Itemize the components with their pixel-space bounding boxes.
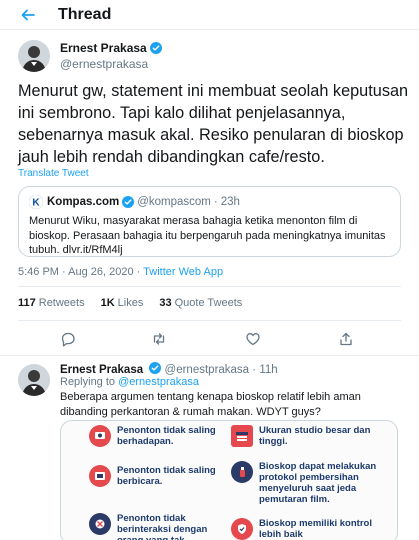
quote-time: 23h — [220, 196, 240, 208]
avatar[interactable] — [18, 40, 50, 72]
info-item: Penonton tidak berinteraksi dengan orang… — [89, 513, 229, 540]
thread-header: Thread — [0, 0, 419, 30]
infographic-image[interactable]: Penonton tidak saling berhadapan. Penont… — [60, 420, 398, 540]
tweet-source-link[interactable]: Twitter Web App — [143, 266, 223, 278]
share-icon[interactable] — [338, 331, 354, 347]
replying-to-handle[interactable]: @ernestprakasa — [118, 376, 199, 388]
tweet-stats: 117 Retweets 1K Likes 33 Quote Tweets — [18, 297, 258, 309]
divider — [0, 355, 419, 356]
main-tweet-author: Ernest Prakasa @ernestprakasa — [18, 40, 162, 72]
quote-author-handle: @kompascom — [137, 196, 211, 208]
verified-badge-icon — [149, 362, 162, 374]
like-heart-icon[interactable] — [245, 331, 261, 347]
info-item: Penonton tidak saling berbicara. — [89, 465, 229, 487]
quote-tweets-stat[interactable]: 33 Quote Tweets — [159, 297, 242, 309]
info-item: Bioskop memiliki kontrol lebih baik — [231, 518, 391, 540]
no-face-to-face-icon — [89, 425, 111, 447]
reply-text: Beberapa argumen tentang kenapa bioskop … — [60, 391, 361, 418]
avatar[interactable] — [18, 364, 50, 396]
cleaning-spray-icon — [231, 461, 253, 483]
info-item: Ukuran studio besar dan tinggi. — [231, 425, 391, 447]
info-item: Bioskop dapat melakukan protokol pembers… — [231, 461, 391, 505]
author-handle: @ernestprakasa — [60, 57, 149, 71]
tweet-text: Menurut gw, statement ini membuat seolah… — [18, 82, 409, 166]
separator-dot: · — [252, 364, 257, 376]
quote-author-name: Kompas.com — [47, 196, 120, 208]
page-title: Thread — [58, 5, 112, 23]
reply-author-name[interactable]: Ernest Prakasa — [60, 364, 143, 376]
retweets-stat[interactable]: 117 Retweets — [18, 297, 85, 309]
translate-tweet-link[interactable]: Translate Tweet — [18, 168, 89, 179]
reply-icon[interactable] — [60, 331, 76, 347]
quote-text: Menurut Wiku, masyarakat merasa bahagia … — [29, 215, 386, 256]
divider — [18, 320, 401, 321]
no-interaction-icon — [89, 513, 111, 535]
verified-badge-icon — [149, 42, 162, 54]
reply-author-handle: @ernestprakasa — [164, 364, 250, 376]
quoted-tweet[interactable]: K Kompas.com @kompascom · 23h Menurut Wi… — [18, 186, 401, 257]
verified-badge-icon — [122, 196, 135, 208]
kompas-logo-icon: K — [29, 195, 43, 209]
retweet-icon[interactable] — [151, 331, 167, 347]
author-name[interactable]: Ernest Prakasa — [60, 41, 147, 55]
replying-to: Replying to @ernestprakasa — [60, 376, 199, 388]
divider — [18, 286, 401, 287]
tweet-meta: 5:46 PM · Aug 26, 2020 · Twitter Web App — [18, 266, 223, 278]
back-arrow-icon[interactable] — [20, 7, 36, 23]
likes-stat[interactable]: 1K Likes — [101, 297, 144, 309]
info-item: Penonton tidak saling berhadapan. — [89, 425, 229, 447]
separator-dot: · — [213, 196, 218, 208]
tweet-timestamp[interactable]: 5:46 PM · Aug 26, 2020 · — [18, 266, 143, 278]
control-shield-icon — [231, 518, 253, 540]
studio-seats-icon — [231, 425, 253, 447]
reply-time[interactable]: 11h — [259, 364, 277, 376]
svg-text:K: K — [32, 198, 40, 209]
no-talking-icon — [89, 465, 111, 487]
reply-tweet-header: Ernest Prakasa @ernestprakasa · 11h — [60, 362, 278, 376]
